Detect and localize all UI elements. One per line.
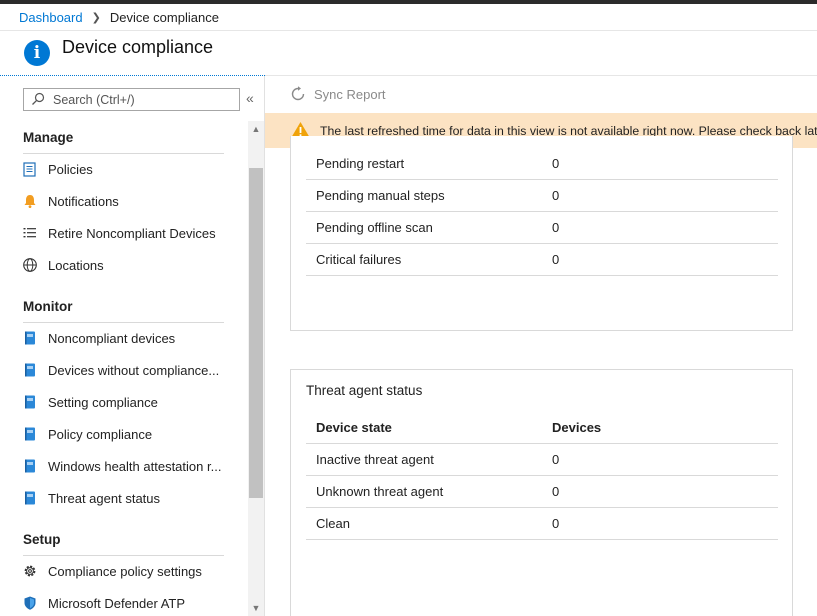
device-state-cell: Pending restart	[316, 156, 405, 171]
nav-item-label: Notifications	[48, 194, 119, 209]
device-state-cell: Pending manual steps	[316, 188, 445, 203]
nav-item-label: Retire Noncompliant Devices	[48, 226, 216, 241]
device-state-cell: Pending offline scan	[316, 220, 433, 235]
section-divider	[23, 153, 224, 154]
nav-item-label: Locations	[48, 258, 104, 273]
device-status-card: Pending restart 0 Pending manual steps 0…	[290, 136, 793, 331]
left-nav: « Manage Policies Notifications	[0, 76, 265, 616]
breadcrumb-dashboard-link[interactable]: Dashboard	[19, 10, 83, 25]
nav-item-policies[interactable]: Policies	[0, 156, 248, 184]
breadcrumb-current: Device compliance	[109, 10, 219, 25]
scroll-up-arrow-icon[interactable]: ▲	[248, 121, 264, 137]
nav-item-setting-compliance[interactable]: Setting compliance	[0, 389, 248, 417]
device-count-cell: 0	[552, 484, 560, 499]
column-header-device-state: Device state	[316, 420, 392, 435]
nav-item-label: Threat agent status	[48, 491, 161, 506]
report-icon	[25, 459, 35, 473]
header-divider	[0, 30, 817, 31]
globe-icon	[23, 258, 37, 272]
table-row: Pending offline scan 0	[306, 212, 778, 244]
column-header-devices: Devices	[552, 420, 602, 435]
report-icon	[25, 427, 35, 441]
window-top-border	[0, 0, 817, 4]
chevron-right-icon: ❯	[91, 12, 101, 24]
list-icon	[23, 228, 36, 238]
device-count-cell: 0	[552, 516, 560, 531]
threat-agent-status-card: Threat agent status Device state Devices…	[290, 369, 793, 616]
info-icon: i	[24, 40, 50, 66]
refresh-icon	[291, 86, 305, 101]
nav-item-label: Microsoft Defender ATP	[48, 596, 186, 611]
section-divider	[23, 555, 224, 556]
card-title: Threat agent status	[306, 383, 423, 398]
table-row: Pending restart 0	[306, 148, 778, 180]
section-setup-title: Setup	[23, 532, 61, 547]
nav-item-label: Setting compliance	[48, 395, 158, 410]
device-state-cell: Clean	[316, 516, 350, 531]
nav-item-windows-health-attestation[interactable]: Windows health attestation r...	[0, 453, 248, 481]
collapse-nav-icon[interactable]: «	[246, 90, 254, 106]
report-icon	[25, 491, 35, 505]
device-count-cell: 0	[552, 156, 560, 171]
device-count-cell: 0	[552, 220, 560, 235]
table-row: Critical failures 0	[306, 244, 778, 276]
nav-item-retire-noncompliant[interactable]: Retire Noncompliant Devices	[0, 220, 248, 248]
blade-divider	[265, 75, 817, 76]
nav-item-threat-agent-status[interactable]: Threat agent status	[0, 485, 248, 513]
table-row[interactable]: Inactive threat agent 0	[306, 444, 778, 476]
device-count-cell: 0	[552, 252, 560, 267]
nav-scrollbar[interactable]: ▲ ▼	[248, 121, 264, 616]
nav-item-locations[interactable]: Locations	[0, 252, 248, 280]
nav-item-label: Devices without compliance...	[48, 363, 220, 378]
page-title: Device compliance	[62, 37, 214, 57]
policies-icon	[23, 162, 36, 177]
table-header-row: Device state Devices	[306, 412, 778, 444]
shield-icon	[24, 596, 36, 610]
nav-item-compliance-policy-settings[interactable]: Compliance policy settings	[0, 558, 248, 586]
nav-item-label: Policies	[48, 162, 93, 177]
nav-item-noncompliant-devices[interactable]: Noncompliant devices	[0, 325, 248, 353]
nav-item-label: Noncompliant devices	[48, 331, 176, 346]
bell-icon	[24, 195, 36, 208]
table-row: Pending manual steps 0	[306, 180, 778, 212]
sync-report-button[interactable]: Sync Report	[289, 85, 386, 103]
device-state-cell: Critical failures	[316, 252, 402, 267]
section-manage-title: Manage	[23, 130, 74, 145]
report-icon	[25, 331, 35, 345]
section-monitor-title: Monitor	[23, 299, 73, 314]
device-count-cell: 0	[552, 452, 560, 467]
device-count-cell: 0	[552, 188, 560, 203]
nav-item-label: Compliance policy settings	[48, 564, 202, 579]
search-input[interactable]	[53, 91, 233, 108]
search-icon	[32, 92, 45, 105]
breadcrumb: Dashboard ❯ Device compliance	[19, 10, 219, 25]
search-box[interactable]	[23, 88, 240, 111]
scroll-down-arrow-icon[interactable]: ▼	[248, 600, 264, 616]
nav-list: Manage Policies Notifications Retire Non…	[0, 121, 264, 616]
sync-report-label: Sync Report	[314, 86, 386, 102]
nav-item-microsoft-defender-atp[interactable]: Microsoft Defender ATP	[0, 590, 248, 616]
nav-item-label: Windows health attestation r...	[48, 459, 222, 474]
report-icon	[25, 395, 35, 409]
scroll-thumb[interactable]	[249, 168, 263, 498]
device-state-cell: Unknown threat agent	[316, 484, 444, 499]
nav-item-notifications[interactable]: Notifications	[0, 188, 248, 216]
report-icon	[25, 363, 35, 377]
table-row[interactable]: Unknown threat agent 0	[306, 476, 778, 508]
table-row[interactable]: Clean 0	[306, 508, 778, 540]
section-divider	[23, 322, 224, 323]
nav-item-devices-without-compliance[interactable]: Devices without compliance...	[0, 357, 248, 385]
nav-item-policy-compliance[interactable]: Policy compliance	[0, 421, 248, 449]
gear-icon	[24, 565, 36, 577]
device-state-cell: Inactive threat agent	[316, 452, 434, 467]
nav-item-label: Policy compliance	[48, 427, 153, 442]
